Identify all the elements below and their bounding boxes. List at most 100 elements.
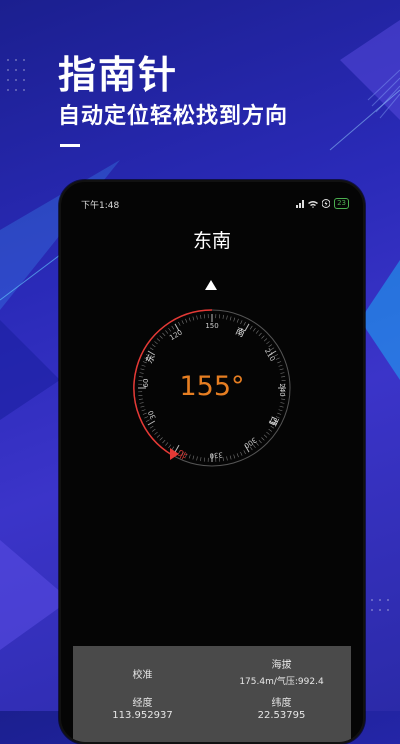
ring-number-210: 210 xyxy=(263,347,277,363)
compass-tick xyxy=(140,373,144,374)
compass-tick xyxy=(169,445,171,448)
compass-tick xyxy=(193,317,194,321)
compass-tick xyxy=(277,413,281,414)
cardinal-south: 南 xyxy=(234,325,247,340)
promo-title: 指南针 xyxy=(58,44,178,99)
compass-tick xyxy=(152,345,155,347)
compass-tick xyxy=(160,437,163,440)
compass-tick xyxy=(197,316,198,320)
info-panel: 校准 海拔 175.4m/气压:992.4 经度 纬度 113.952937 2… xyxy=(73,646,351,744)
compass-tick xyxy=(279,365,283,366)
charging-icon xyxy=(322,199,330,208)
heading-degrees: 155° xyxy=(179,371,244,402)
compass-tick xyxy=(140,403,144,404)
compass-tick xyxy=(162,440,165,443)
compass-tick xyxy=(150,348,153,350)
compass-tick xyxy=(230,456,231,460)
compass-tick xyxy=(264,435,267,438)
compass-tick xyxy=(264,338,267,341)
compass-tick xyxy=(189,318,190,322)
ring-number-150: 150 xyxy=(205,322,218,330)
compass-tick xyxy=(172,326,174,329)
cardinal-west: 西 xyxy=(266,415,280,428)
compass-tick xyxy=(266,432,269,435)
compass-tick xyxy=(237,453,238,457)
compass-tick xyxy=(197,456,198,460)
longitude-label: 经度 xyxy=(73,694,212,709)
compass-tick xyxy=(178,322,180,326)
compass-tick xyxy=(271,426,274,428)
compass-tick xyxy=(142,410,146,411)
compass-tick xyxy=(200,457,201,461)
compass-tick xyxy=(141,406,145,407)
compass-tick xyxy=(259,333,262,336)
compass-tick xyxy=(244,322,246,326)
promo-subtitle: 自动定位轻松找到方向 xyxy=(58,98,288,130)
status-icons: 23 xyxy=(296,198,349,209)
compass-tick xyxy=(234,318,235,322)
compass-tick xyxy=(139,376,143,377)
compass-tick xyxy=(266,341,269,344)
status-time: 下午1:48 xyxy=(81,198,119,211)
compass-tick xyxy=(227,456,228,460)
compass-tick xyxy=(148,421,155,425)
compass-tick xyxy=(259,440,262,443)
compass-tick xyxy=(256,330,259,333)
compass-tick xyxy=(280,403,284,404)
compass-tick xyxy=(175,445,179,452)
compass-tick xyxy=(144,416,148,418)
phone-screen: 下午1:48 23 东南 150 120 60 30 330 300 240 2… xyxy=(59,180,365,744)
compass-tick xyxy=(227,316,228,320)
compass-tick xyxy=(230,317,231,321)
compass-tick xyxy=(150,426,153,428)
compass-tick xyxy=(280,369,284,370)
compass-tick xyxy=(261,336,264,339)
compass-tick xyxy=(169,328,171,331)
title-underline xyxy=(60,144,80,147)
compass-tick xyxy=(240,320,242,324)
compass-tick xyxy=(141,369,145,370)
compass-tick xyxy=(281,399,285,400)
compass-tick xyxy=(237,319,238,323)
ring-number-240: 240 xyxy=(278,383,286,396)
cardinal-east: 东 xyxy=(143,352,158,365)
compass-tick xyxy=(189,455,190,459)
compass-tick xyxy=(157,435,160,438)
compass-tick xyxy=(165,330,168,333)
compass-tick xyxy=(142,365,146,366)
longitude-value: 113.952937 xyxy=(73,710,212,721)
compass-tick xyxy=(154,432,157,435)
latitude-label: 纬度 xyxy=(212,694,351,709)
ring-number-30: 30 xyxy=(147,409,158,420)
battery-icon: 23 xyxy=(334,198,349,209)
heading-pointer-icon xyxy=(205,280,217,290)
direction-label: 东南 xyxy=(61,226,363,253)
compass-tick xyxy=(253,328,255,331)
compass-tick xyxy=(200,315,201,319)
compass-tick xyxy=(182,320,184,324)
latitude-value: 22.53795 xyxy=(212,710,351,721)
calibrate-button[interactable]: 校准 xyxy=(73,666,212,681)
compass-tick xyxy=(261,437,264,440)
compass-tick xyxy=(280,373,284,374)
compass-tick xyxy=(146,420,150,422)
ring-number-60: 60 xyxy=(142,379,150,388)
compass-tick xyxy=(234,455,235,459)
wifi-icon xyxy=(308,200,318,208)
compass-tick xyxy=(154,341,157,344)
compass-tick xyxy=(165,442,168,445)
compass-tick xyxy=(277,361,281,362)
compass-tick xyxy=(152,429,155,431)
compass-tick xyxy=(269,429,272,431)
compass-tick xyxy=(223,315,224,319)
compass-tick xyxy=(157,338,160,341)
compass-dial: 150 120 60 30 330 300 240 210 南 东 西 北 15… xyxy=(130,306,294,470)
compass-tick xyxy=(193,456,194,460)
compass-tick xyxy=(279,410,283,411)
compass-tick xyxy=(244,450,246,454)
status-bar: 下午1:48 23 xyxy=(61,198,363,212)
compass-tick xyxy=(160,336,163,339)
signal-icon xyxy=(296,200,304,208)
altitude-value: 175.4m/气压:992.4 xyxy=(212,674,351,687)
compass-tick xyxy=(139,399,143,400)
